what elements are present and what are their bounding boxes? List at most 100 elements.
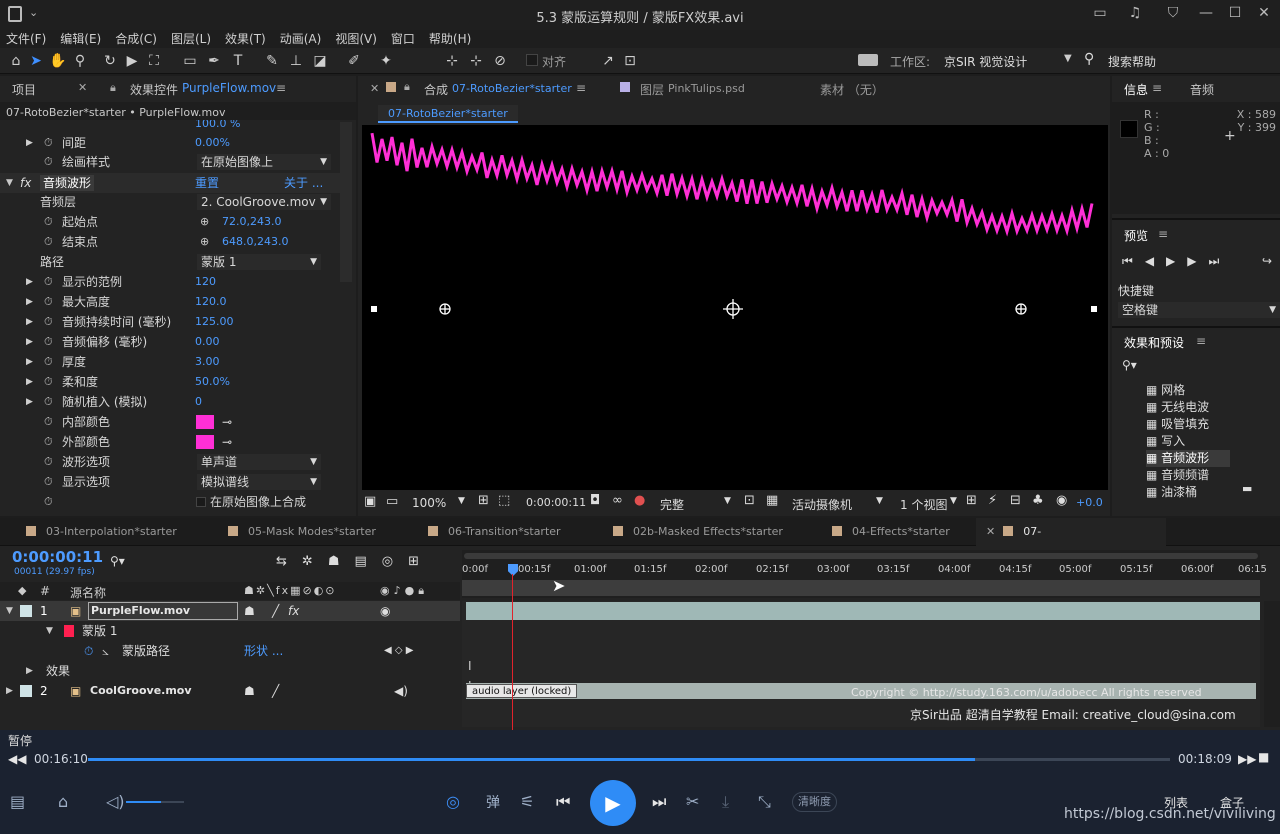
paint-style-dropdown[interactable]: 在原始图像上	[197, 154, 331, 170]
lock-icon[interactable]: 🔒︎	[110, 81, 116, 95]
mask-row[interactable]: ▼ 蒙版 1	[0, 621, 460, 641]
column-source-name[interactable]: 源名称	[70, 584, 106, 601]
chevron-down-icon[interactable]: ▼	[876, 496, 883, 506]
expand-arrow-icon[interactable]: ▶	[26, 272, 33, 292]
fullscreen-icon[interactable]: ⤡	[758, 792, 771, 812]
chevron-down-icon[interactable]: ▼	[724, 496, 731, 506]
panel-menu-icon[interactable]: ≡	[1152, 81, 1162, 95]
menu-window[interactable]: 窗口	[391, 30, 415, 48]
mask-name[interactable]: 蒙版 1	[82, 621, 117, 641]
param-value[interactable]: 120.0	[195, 292, 227, 312]
tab-composition-name[interactable]: 07-RotoBezier*starter	[452, 82, 572, 95]
timeline-tab[interactable]: 05-Mask Modes*starter	[228, 518, 376, 546]
volume-track[interactable]	[126, 801, 184, 803]
scrollbar[interactable]	[340, 122, 352, 282]
mask-color[interactable]	[64, 625, 74, 637]
snap-checkbox[interactable]	[526, 54, 538, 66]
comp-sub-tab[interactable]: 07-RotoBezier*starter	[378, 105, 518, 123]
menu-layer[interactable]: 图层(L)	[171, 30, 211, 48]
layer-row[interactable]: ▼ 1 ▣ PurpleFlow.mov ☗ ╱ fx ◉	[0, 601, 460, 621]
resolution-value[interactable]: 完整	[660, 496, 684, 513]
expand-arrow-icon[interactable]: ▶	[26, 352, 33, 372]
workspace-icon[interactable]	[858, 54, 878, 66]
tab-composition[interactable]: 合成	[424, 81, 448, 98]
draft-3d-icon[interactable]: ✲	[302, 554, 328, 569]
param-value[interactable]: 0	[195, 392, 202, 412]
expand-arrow-icon[interactable]: ▶	[26, 312, 33, 332]
stopwatch-icon[interactable]: ⏱	[44, 372, 53, 392]
expand-arrow-icon[interactable]: ▶	[26, 133, 33, 153]
hand-tool-icon[interactable]: ✋	[48, 51, 68, 71]
first-frame-icon[interactable]: ⏮	[1122, 254, 1145, 268]
outer-color-swatch[interactable]	[196, 435, 214, 449]
crosshair-icon[interactable]: ⊕	[200, 232, 209, 252]
timeline-scrollbar[interactable]	[1264, 601, 1280, 727]
timeline-icon[interactable]: ⊟	[1010, 493, 1021, 508]
shy-switch-icon[interactable]: ☗	[244, 601, 255, 621]
transparency-grid-icon[interactable]: ▦	[766, 493, 778, 508]
menu-animation[interactable]: 动画(A)	[280, 30, 322, 48]
stopwatch-icon[interactable]: ⏱	[44, 292, 53, 312]
volume-icon[interactable]: ◁)	[106, 792, 125, 811]
type-tool-icon[interactable]: T	[228, 51, 248, 71]
work-area-range[interactable]	[462, 580, 1260, 596]
waveform-dropdown[interactable]: 单声道	[197, 454, 321, 470]
timeline-tab-active[interactable]: ✕07-RotoBezier*starter≡	[976, 518, 1166, 566]
comp-mini-flowchart-icon[interactable]: ⇆	[276, 554, 302, 569]
shirt-icon[interactable]: ⛉	[1162, 5, 1184, 25]
composition-viewer[interactable]	[362, 125, 1108, 490]
fx-reset-link[interactable]: 重置	[195, 173, 219, 193]
close-button[interactable]: ✕	[1253, 5, 1275, 25]
local-axis-icon[interactable]: ⊹	[442, 51, 462, 71]
stopwatch-icon[interactable]: ⏱	[44, 492, 53, 512]
scissors-icon[interactable]: ✂	[686, 792, 699, 811]
settings-sliders-icon[interactable]: ⚟	[520, 792, 534, 811]
close-tab-icon[interactable]: ✕	[986, 525, 995, 538]
menu-help[interactable]: 帮助(H)	[429, 30, 471, 48]
exposure-reset-icon[interactable]: ◉	[1056, 493, 1067, 508]
search-icon[interactable]: ⚲	[1084, 51, 1094, 67]
expand-arrow-icon[interactable]: ▼	[6, 601, 13, 621]
param-value[interactable]: 648.0,243.0	[222, 232, 288, 252]
pan-behind-tool-icon[interactable]: ⛶	[144, 51, 164, 71]
views-value[interactable]: 1 个视图	[900, 496, 947, 513]
crosshair-icon[interactable]: ⊕	[200, 212, 209, 232]
param-value[interactable]: 3.00	[195, 352, 220, 372]
home-icon[interactable]: ⌂	[6, 51, 26, 71]
quality-switch-icon[interactable]: ╱	[272, 601, 279, 621]
pen-tool-icon[interactable]: ✒	[204, 51, 224, 71]
toggle-pixel-icon[interactable]: ⊞	[966, 493, 977, 508]
safe-zones-icon[interactable]: ⊞	[478, 493, 489, 508]
fx-name[interactable]: 音频波形	[40, 175, 95, 191]
camera-value[interactable]: 活动摄像机	[792, 496, 852, 513]
expand-arrow-icon[interactable]: ▼	[6, 173, 13, 193]
param-value[interactable]: 50.0%	[195, 372, 230, 392]
play-button[interactable]: ▶	[590, 780, 636, 826]
stopwatch-icon[interactable]: ⏱	[84, 641, 93, 661]
panel-menu-icon[interactable]: ≡	[576, 81, 586, 95]
bell-icon[interactable]: ♫	[1124, 5, 1146, 25]
search-icon[interactable]: ⚲▾	[110, 554, 125, 568]
effect-item[interactable]: ▦ 无线电波	[1146, 399, 1266, 416]
tab-effect-controls[interactable]: 效果控件	[130, 81, 178, 98]
ai-icon[interactable]: ◎	[446, 792, 460, 811]
last-frame-icon[interactable]: ⏭	[1209, 254, 1232, 268]
tab-layer[interactable]: 图层	[640, 81, 664, 98]
stopwatch-icon[interactable]: ⏱	[44, 412, 53, 432]
selection-tool-icon[interactable]: ➤	[26, 51, 46, 71]
quality-button[interactable]: 清晰度	[792, 792, 837, 812]
workspace-dropdown-icon[interactable]: ▼	[1064, 53, 1072, 64]
param-value[interactable]: 120	[195, 272, 216, 292]
new-folder-icon[interactable]: ▬	[1242, 482, 1252, 495]
channel-icon[interactable]: ●	[634, 493, 645, 508]
layer-row[interactable]: ▶ 2 ▣ CoolGroove.mov ☗ ╱ ◀)	[0, 681, 460, 701]
expand-arrow-icon[interactable]: ▶	[6, 681, 13, 701]
snap-icon[interactable]: ↗	[598, 51, 618, 71]
message-icon[interactable]: ▭	[1089, 5, 1111, 25]
expand-arrow-icon[interactable]: ▶	[26, 661, 33, 681]
expand-arrow-icon[interactable]: ▶	[26, 392, 33, 412]
path-dropdown[interactable]: 蒙版 1	[197, 254, 321, 270]
region-icon[interactable]: ⊡	[744, 493, 755, 508]
speaker-icon[interactable]: ◀)	[394, 681, 408, 701]
effect-item[interactable]: ▦ 吸管填充	[1146, 416, 1266, 433]
